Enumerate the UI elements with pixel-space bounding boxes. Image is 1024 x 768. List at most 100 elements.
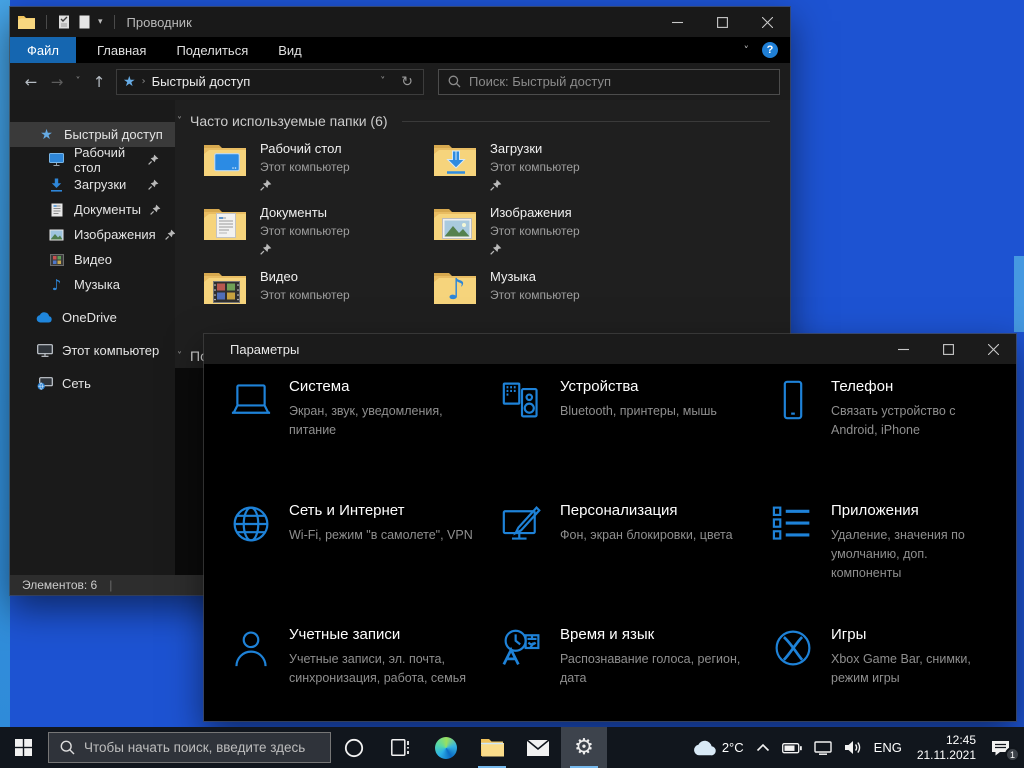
- settings-tile-devices[interactable]: Устройства Bluetooth, принтеры, мышь: [499, 378, 770, 502]
- divider: [114, 15, 115, 29]
- close-button[interactable]: [745, 7, 790, 37]
- tab-share[interactable]: Поделиться: [161, 37, 263, 63]
- close-button[interactable]: [971, 334, 1016, 364]
- address-bar[interactable]: ★ › Быстрый доступ ˅ ↻: [116, 69, 424, 95]
- settings-tile-system[interactable]: Система Экран, звук, уведомления, питани…: [228, 378, 499, 502]
- folder-tile[interactable]: Видео Этот компьютер: [203, 268, 433, 332]
- explorer-search-box[interactable]: [438, 69, 780, 95]
- weather-widget[interactable]: 2°C: [687, 727, 750, 768]
- mail-button[interactable]: [515, 727, 561, 768]
- properties-icon[interactable]: [58, 15, 71, 29]
- search-icon: [448, 75, 461, 88]
- taskbar-search-box[interactable]: [48, 732, 331, 763]
- date-label: 21.11.2021: [917, 748, 976, 762]
- minimize-button[interactable]: [881, 334, 926, 364]
- settings-tile-apps[interactable]: Приложения Удаление, значения по умолчан…: [770, 502, 1016, 626]
- settings-tile-personalization[interactable]: Персонализация Фон, экран блокировки, цв…: [499, 502, 770, 626]
- help-icon[interactable]: ?: [762, 42, 778, 58]
- settings-tile-network[interactable]: Сеть и Интернет Wi-Fi, режим "в самолете…: [228, 502, 499, 626]
- maximize-button[interactable]: [700, 7, 745, 37]
- settings-button[interactable]: ⚙: [561, 727, 607, 768]
- folder-music-icon: ♪: [433, 268, 477, 306]
- folder-tile[interactable]: Изображения Этот компьютер: [433, 204, 663, 268]
- music-icon: ♪: [48, 276, 65, 294]
- time-label: 12:45: [946, 733, 976, 747]
- sidebar-item-desktop[interactable]: Рабочий стол: [10, 147, 175, 172]
- taskbar: ⚙ 2°C ENG 12:45 21.11.2021 1: [0, 727, 1024, 768]
- sidebar-item-music[interactable]: ♪ Музыка: [10, 272, 175, 297]
- personalization-icon: [499, 502, 545, 626]
- clock-widget[interactable]: 12:45 21.11.2021: [908, 727, 985, 768]
- action-center-button[interactable]: 1: [985, 727, 1024, 768]
- recent-locations-chevron-icon[interactable]: ˅: [70, 69, 86, 95]
- tray-overflow-button[interactable]: [750, 727, 776, 768]
- taskbar-search-input[interactable]: [84, 740, 319, 755]
- tab-home[interactable]: Главная: [82, 37, 161, 63]
- volume-indicator[interactable]: [838, 727, 868, 768]
- folder-documents-icon: [203, 204, 247, 242]
- notification-badge: 1: [1005, 747, 1020, 762]
- start-button[interactable]: [0, 727, 46, 768]
- folder-name: Документы: [260, 204, 350, 223]
- refresh-icon[interactable]: ↻: [397, 74, 417, 90]
- sidebar-item-quick-access[interactable]: ★ Быстрый доступ: [10, 122, 175, 147]
- folder-location: Этот компьютер: [490, 287, 580, 304]
- sidebar-item-downloads[interactable]: Загрузки: [10, 172, 175, 197]
- qat-customize-chevron-icon[interactable]: ▾: [98, 17, 103, 27]
- pin-icon: [490, 243, 580, 255]
- divider: [402, 121, 770, 122]
- maximize-button[interactable]: [926, 334, 971, 364]
- file-explorer-icon: [480, 738, 504, 757]
- frequent-folders-section-header[interactable]: ˅ Часто используемые папки (6): [177, 113, 770, 129]
- edge-icon: [435, 737, 457, 759]
- explorer-titlebar[interactable]: ▾ Проводник: [10, 7, 790, 37]
- apps-list-icon: [770, 502, 816, 626]
- new-folder-icon[interactable]: [78, 15, 91, 29]
- folder-tile[interactable]: ♪ Музыка Этот компьютер: [433, 268, 663, 332]
- network-icon: [36, 377, 53, 390]
- search-input[interactable]: [469, 74, 770, 89]
- settings-category-grid: Система Экран, звук, уведомления, питани…: [228, 378, 1016, 750]
- sidebar-item-videos[interactable]: Видео: [10, 247, 175, 272]
- pin-icon: [148, 179, 159, 190]
- cloud-icon: [693, 740, 717, 756]
- minimize-button[interactable]: [655, 7, 700, 37]
- up-button[interactable]: ↑: [86, 69, 112, 95]
- collapse-chevron-icon[interactable]: ˅: [177, 351, 182, 362]
- edge-button[interactable]: [423, 727, 469, 768]
- sidebar-item-documents[interactable]: Документы: [10, 197, 175, 222]
- tab-view[interactable]: Вид: [263, 37, 317, 63]
- tab-file[interactable]: Файл: [10, 37, 76, 63]
- address-dropdown-chevron-icon[interactable]: ˅: [374, 76, 391, 87]
- forward-button[interactable]: →: [44, 69, 70, 95]
- language-label: ENG: [874, 740, 902, 755]
- folder-name: Загрузки: [490, 140, 580, 159]
- window-title: Проводник: [127, 15, 192, 30]
- network-indicator[interactable]: [808, 727, 838, 768]
- file-explorer-button[interactable]: [469, 727, 515, 768]
- settings-tile-phone[interactable]: Телефон Связать устройство с Android, iP…: [770, 378, 1016, 502]
- battery-indicator[interactable]: [776, 727, 808, 768]
- folder-tile[interactable]: Загрузки Этот компьютер: [433, 140, 663, 204]
- task-view-button[interactable]: [377, 727, 423, 768]
- breadcrumb-chevron-icon: ›: [142, 76, 146, 87]
- back-button[interactable]: ←: [18, 69, 44, 95]
- speaker-icon: [844, 740, 862, 755]
- sidebar-item-network[interactable]: Сеть: [10, 371, 175, 396]
- language-indicator[interactable]: ENG: [868, 727, 908, 768]
- sidebar-item-onedrive[interactable]: OneDrive: [10, 305, 175, 330]
- sidebar-item-pictures[interactable]: Изображения: [10, 222, 175, 247]
- ribbon-expand-chevron-icon[interactable]: ˅: [744, 44, 750, 57]
- sidebar-item-this-pc[interactable]: Этот компьютер: [10, 338, 175, 363]
- folder-name: Рабочий стол: [260, 140, 350, 159]
- desktop-overlay-icon: [214, 153, 240, 173]
- folder-tile[interactable]: Рабочий стол Этот компьютер: [203, 140, 433, 204]
- system-tray: 2°C ENG 12:45 21.11.2021 1: [687, 727, 1024, 768]
- settings-titlebar[interactable]: Параметры: [204, 334, 1016, 364]
- pin-icon: [490, 179, 580, 191]
- task-view-icon: [391, 739, 410, 756]
- breadcrumb-location[interactable]: Быстрый доступ: [152, 74, 369, 89]
- folder-tile[interactable]: Документы Этот компьютер: [203, 204, 433, 268]
- cortana-button[interactable]: [331, 727, 377, 768]
- collapse-chevron-icon[interactable]: ˅: [177, 116, 182, 127]
